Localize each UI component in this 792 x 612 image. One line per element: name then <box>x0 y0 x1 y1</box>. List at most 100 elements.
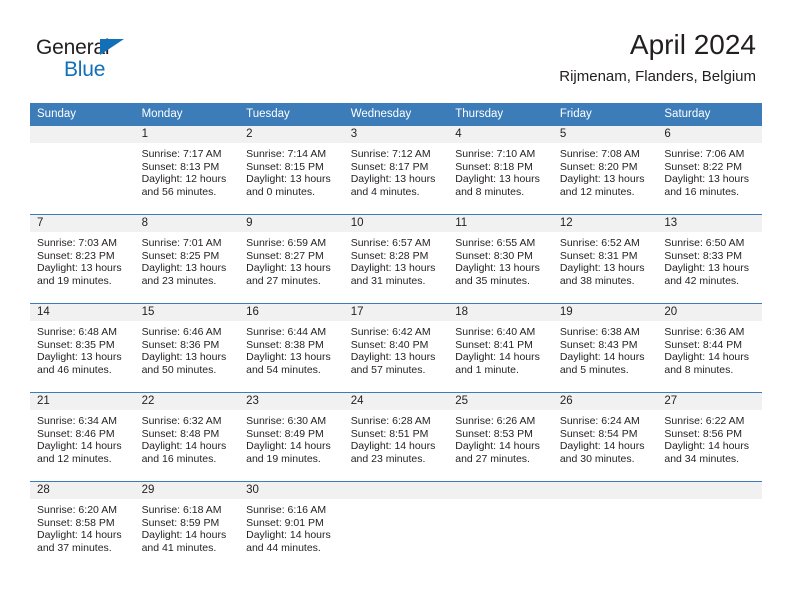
day-cell[interactable]: 11 Sunrise: 6:55 AM Sunset: 8:30 PM Dayligh… <box>448 215 553 303</box>
day-cell[interactable]: 26 Sunrise: 6:24 AM Sunset: 8:54 PM Dayligh… <box>552 393 658 481</box>
sunrise-text: Sunrise: 6:59 AM <box>246 237 327 249</box>
day-cell[interactable]: 16 Sunrise: 6:44 AM Sunset: 8:38 PM Dayligh… <box>239 304 344 392</box>
weekday-header-monday: Monday <box>134 103 240 126</box>
day-details: Sunrise: 6:36 AM Sunset: 8:44 PM Daylight:… <box>657 321 762 376</box>
calendar-cell: 25 Sunrise: 6:26 AM Sunset: 8:53 PM Dayligh… <box>448 392 553 482</box>
sunrise-text: Sunrise: 6:52 AM <box>559 237 640 249</box>
sunrise-text: Sunrise: 6:38 AM <box>559 326 640 338</box>
general-blue-logo[interactable]: General Blue <box>36 36 186 84</box>
day-number: 10 <box>343 215 449 232</box>
day-cell[interactable]: 1 Sunrise: 7:17 AM Sunset: 8:13 PM Daylight… <box>134 126 240 214</box>
sunrise-text: Sunrise: 6:26 AM <box>455 415 536 427</box>
sunset-text: Sunset: 8:56 PM <box>664 427 743 440</box>
day-number: 14 <box>30 304 135 321</box>
day-cell[interactable]: 3 Sunrise: 7:12 AM Sunset: 8:17 PM Daylight… <box>343 126 449 214</box>
day-cell[interactable]: 17 Sunrise: 6:42 AM Sunset: 8:40 PM Dayligh… <box>343 304 449 392</box>
sunrise-text: Sunrise: 6:20 AM <box>37 504 117 516</box>
day-cell[interactable]: 24 Sunrise: 6:28 AM Sunset: 8:51 PM Dayligh… <box>343 393 449 481</box>
day-cell[interactable]: 7 Sunrise: 7:03 AM Sunset: 8:23 PM Daylight… <box>30 215 135 303</box>
daylight-text: Daylight: 14 hours <box>246 529 331 542</box>
sunrise-text: Sunrise: 6:48 AM <box>37 326 117 338</box>
calendar-cell <box>552 481 658 570</box>
calendar-cell: 13 Sunrise: 6:50 AM Sunset: 8:33 PM Dayligh… <box>657 214 762 304</box>
calendar-week-row: 7 Sunrise: 7:03 AM Sunset: 8:23 PM Daylight… <box>30 214 762 304</box>
daylight-text: Daylight: 14 hours <box>455 351 540 364</box>
daylight-text: Daylight: 14 hours <box>664 351 750 364</box>
day-cell[interactable]: 27 Sunrise: 6:22 AM Sunset: 8:56 PM Dayligh… <box>657 393 762 481</box>
day-cell[interactable]: 22 Sunrise: 6:32 AM Sunset: 8:48 PM Dayligh… <box>134 393 240 481</box>
calendar-cell: 11 Sunrise: 6:55 AM Sunset: 8:30 PM Dayligh… <box>448 214 553 304</box>
daylight-text-cont: and 57 minutes. <box>350 363 426 376</box>
calendar-cell: 7 Sunrise: 7:03 AM Sunset: 8:23 PM Daylight… <box>30 214 135 304</box>
calendar-cell <box>343 481 449 570</box>
daylight-text-cont: and 56 minutes. <box>141 185 217 198</box>
day-details: Sunrise: 7:14 AM Sunset: 8:15 PM Daylight:… <box>239 143 344 198</box>
day-number: 11 <box>448 215 553 232</box>
day-cell[interactable]: 25 Sunrise: 6:26 AM Sunset: 8:53 PM Dayligh… <box>448 393 553 481</box>
day-cell[interactable]: 20 Sunrise: 6:36 AM Sunset: 8:44 PM Dayligh… <box>657 304 762 392</box>
day-number: 5 <box>552 126 658 143</box>
sunset-text: Sunset: 8:31 PM <box>559 249 638 262</box>
day-number: 15 <box>134 304 240 321</box>
daylight-text-cont: and 38 minutes. <box>559 274 635 287</box>
daylight-text-cont: and 8 minutes. <box>664 363 734 376</box>
day-cell[interactable]: 13 Sunrise: 6:50 AM Sunset: 8:33 PM Dayligh… <box>657 215 762 303</box>
daylight-text: Daylight: 13 hours <box>559 173 645 186</box>
calendar-cell: 24 Sunrise: 6:28 AM Sunset: 8:51 PM Dayligh… <box>343 392 449 482</box>
logo-word-general: General <box>36 36 110 59</box>
day-cell[interactable]: 8 Sunrise: 7:01 AM Sunset: 8:25 PM Daylight… <box>134 215 240 303</box>
sunrise-text: Sunrise: 6:34 AM <box>37 415 117 427</box>
day-details: Sunrise: 7:03 AM Sunset: 8:23 PM Daylight:… <box>30 232 135 287</box>
daylight-text: Daylight: 13 hours <box>350 173 436 186</box>
day-cell[interactable]: 14 Sunrise: 6:48 AM Sunset: 8:35 PM Dayligh… <box>30 304 135 392</box>
day-cell[interactable]: 29 Sunrise: 6:18 AM Sunset: 8:59 PM Dayligh… <box>134 482 240 570</box>
day-cell[interactable]: 10 Sunrise: 6:57 AM Sunset: 8:28 PM Dayligh… <box>343 215 449 303</box>
sunset-text: Sunset: 8:30 PM <box>455 249 533 262</box>
day-details: Sunrise: 7:01 AM Sunset: 8:25 PM Daylight:… <box>135 232 240 287</box>
sunset-text: Sunset: 8:13 PM <box>141 160 220 173</box>
day-details: Sunrise: 6:34 AM Sunset: 8:46 PM Daylight:… <box>30 410 135 465</box>
sunset-text: Sunset: 8:51 PM <box>350 427 429 440</box>
sunrise-text: Sunrise: 6:32 AM <box>141 415 222 427</box>
day-cell[interactable]: 15 Sunrise: 6:46 AM Sunset: 8:36 PM Dayligh… <box>134 304 240 392</box>
weekday-header-friday: Friday <box>552 103 658 126</box>
calendar-grid: Sunday Monday Tuesday Wednesday Thursday Frid… <box>30 103 762 570</box>
day-number: 4 <box>448 126 553 143</box>
day-cell[interactable]: 23 Sunrise: 6:30 AM Sunset: 8:49 PM Dayligh… <box>239 393 344 481</box>
day-cell[interactable]: 21 Sunrise: 6:34 AM Sunset: 8:46 PM Dayligh… <box>30 393 135 481</box>
day-details: Sunrise: 6:59 AM Sunset: 8:27 PM Daylight:… <box>239 232 344 287</box>
sunset-text: Sunset: 8:41 PM <box>455 338 533 351</box>
day-cell[interactable]: 4 Sunrise: 7:10 AM Sunset: 8:18 PM Daylight… <box>448 126 553 214</box>
day-number: 9 <box>239 215 344 232</box>
calendar-cell <box>657 481 762 570</box>
daylight-text-cont: and 23 minutes. <box>350 452 426 465</box>
daylight-text: Daylight: 14 hours <box>350 440 436 453</box>
day-number <box>552 482 658 499</box>
calendar-cell: 6 Sunrise: 7:06 AM Sunset: 8:22 PM Daylight… <box>657 125 762 215</box>
daylight-text-cont: and 16 minutes. <box>664 185 740 198</box>
sunset-text: Sunset: 8:40 PM <box>350 338 429 351</box>
calendar-cell: 22 Sunrise: 6:32 AM Sunset: 8:48 PM Dayligh… <box>134 392 240 482</box>
page-header: General Blue April 2024 Rijmenam, Flande… <box>0 0 792 100</box>
daylight-text-cont: and 4 minutes. <box>350 185 420 198</box>
daylight-text-cont: and 16 minutes. <box>141 452 217 465</box>
day-cell[interactable]: 18 Sunrise: 6:40 AM Sunset: 8:41 PM Dayligh… <box>448 304 553 392</box>
daylight-text-cont: and 5 minutes. <box>559 363 629 376</box>
day-cell[interactable]: 9 Sunrise: 6:59 AM Sunset: 8:27 PM Daylight… <box>239 215 344 303</box>
daylight-text-cont: and 42 minutes. <box>664 274 740 287</box>
page-subtitle: Rijmenam, Flanders, Belgium <box>559 68 756 85</box>
day-cell[interactable]: 19 Sunrise: 6:38 AM Sunset: 8:43 PM Dayligh… <box>552 304 658 392</box>
day-cell[interactable]: 2 Sunrise: 7:14 AM Sunset: 8:15 PM Daylight… <box>239 126 344 214</box>
calendar-cell: 20 Sunrise: 6:36 AM Sunset: 8:44 PM Dayligh… <box>657 303 762 393</box>
day-cell[interactable]: 6 Sunrise: 7:06 AM Sunset: 8:22 PM Daylight… <box>657 126 762 214</box>
day-details: Sunrise: 6:50 AM Sunset: 8:33 PM Daylight:… <box>657 232 762 287</box>
calendar-cell: 2 Sunrise: 7:14 AM Sunset: 8:15 PM Daylight… <box>239 125 344 215</box>
day-cell[interactable]: 5 Sunrise: 7:08 AM Sunset: 8:20 PM Daylight… <box>552 126 658 214</box>
weekday-header-wednesday: Wednesday <box>343 103 449 126</box>
day-number: 30 <box>239 482 344 499</box>
day-number <box>343 482 449 499</box>
day-cell[interactable]: 28 Sunrise: 6:20 AM Sunset: 8:58 PM Dayligh… <box>30 482 135 570</box>
day-cell[interactable]: 30 Sunrise: 6:16 AM Sunset: 9:01 PM Dayligh… <box>239 482 344 570</box>
day-cell[interactable]: 12 Sunrise: 6:52 AM Sunset: 8:31 PM Dayligh… <box>552 215 658 303</box>
day-details: Sunrise: 6:48 AM Sunset: 8:35 PM Daylight:… <box>30 321 135 376</box>
